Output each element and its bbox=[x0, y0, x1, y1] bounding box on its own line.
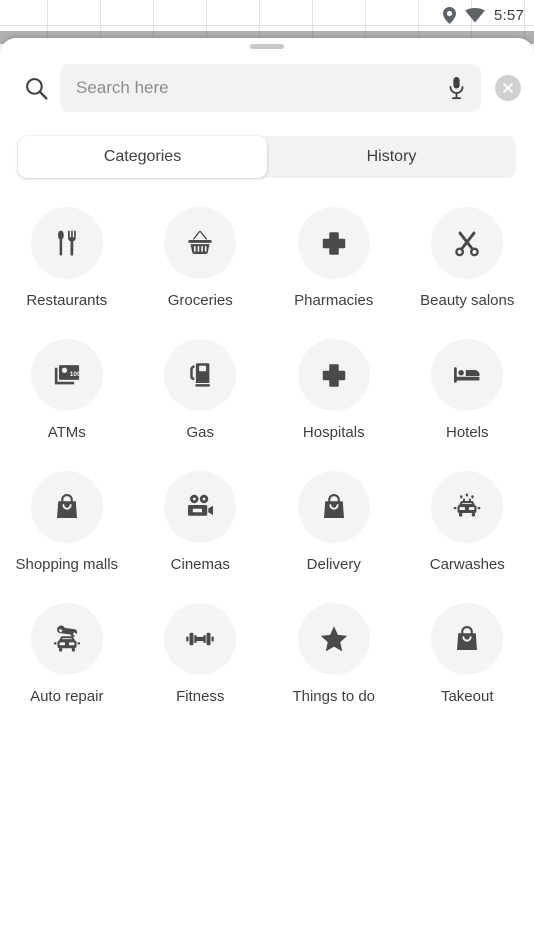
category-item-restaurants[interactable]: Restaurants bbox=[0, 207, 134, 339]
category-item-things-to-do[interactable]: Things to do bbox=[267, 603, 401, 735]
category-label: Hospitals bbox=[302, 424, 365, 441]
category-label: Things to do bbox=[292, 688, 376, 705]
search-field[interactable] bbox=[60, 64, 481, 112]
category-item-hotels[interactable]: Hotels bbox=[401, 339, 534, 471]
shopping-bag-icon bbox=[431, 603, 504, 675]
search-bar bbox=[0, 60, 534, 116]
category-label: Beauty salons bbox=[420, 292, 515, 309]
medical-cross-icon bbox=[297, 207, 370, 279]
tab-history-label: History bbox=[366, 148, 417, 165]
category-label: Shopping malls bbox=[15, 556, 119, 573]
clear-search-button[interactable] bbox=[495, 75, 521, 101]
location-pin-icon bbox=[443, 7, 456, 24]
category-item-pharmacies[interactable]: Pharmacies bbox=[267, 207, 401, 339]
drag-handle[interactable] bbox=[250, 44, 284, 49]
medical-cross-icon bbox=[297, 339, 370, 411]
category-item-groceries[interactable]: Groceries bbox=[134, 207, 268, 339]
star-icon bbox=[297, 603, 370, 675]
category-label: Hotels bbox=[445, 424, 489, 441]
category-item-cinemas[interactable]: Cinemas bbox=[134, 471, 268, 603]
category-item-takeout[interactable]: Takeout bbox=[401, 603, 534, 735]
microphone-icon[interactable] bbox=[437, 69, 475, 107]
bed-icon bbox=[431, 339, 504, 411]
category-item-fitness[interactable]: Fitness bbox=[134, 603, 268, 735]
category-label: ATMs bbox=[47, 424, 86, 441]
shopping-bag-icon bbox=[30, 471, 103, 543]
scissors-icon bbox=[431, 207, 504, 279]
search-icon[interactable] bbox=[14, 66, 58, 110]
close-icon bbox=[503, 83, 513, 93]
wifi-icon bbox=[465, 8, 485, 23]
category-grid: Restaurants Groceries Pharmacies Beauty … bbox=[0, 207, 534, 735]
fuel-pump-icon bbox=[164, 339, 237, 411]
category-label: Cinemas bbox=[170, 556, 230, 573]
tab-categories-label: Categories bbox=[103, 148, 182, 165]
carwash-icon bbox=[431, 471, 504, 543]
category-label: Takeout bbox=[440, 688, 494, 705]
category-label: Carwashes bbox=[429, 556, 505, 573]
category-item-delivery[interactable]: Delivery bbox=[267, 471, 401, 603]
bottom-sheet: Categories History Restaurants bbox=[0, 38, 534, 949]
category-label: Gas bbox=[186, 424, 214, 441]
category-item-gas[interactable]: Gas bbox=[134, 339, 268, 471]
category-item-auto-repair[interactable]: Auto repair bbox=[0, 603, 134, 735]
tab-categories[interactable]: Categories bbox=[18, 136, 267, 178]
car-wrench-icon bbox=[30, 603, 103, 675]
movie-camera-icon bbox=[164, 471, 237, 543]
shopping-bag-icon bbox=[297, 471, 370, 543]
category-label: Delivery bbox=[306, 556, 361, 573]
dumbbell-icon bbox=[164, 603, 237, 675]
shopping-basket-icon bbox=[164, 207, 237, 279]
category-item-beauty-salons[interactable]: Beauty salons bbox=[401, 207, 534, 339]
category-label: Pharmacies bbox=[294, 292, 374, 309]
search-input[interactable] bbox=[76, 78, 437, 98]
category-label: Fitness bbox=[176, 688, 225, 705]
tab-history[interactable]: History bbox=[267, 136, 516, 178]
category-item-atms[interactable]: 100 ATMs bbox=[0, 339, 134, 471]
banknotes-icon: 100 bbox=[30, 339, 103, 411]
category-label: Auto repair bbox=[30, 688, 104, 705]
category-label: Restaurants bbox=[26, 292, 108, 309]
restaurant-icon bbox=[30, 207, 103, 279]
category-item-hospitals[interactable]: Hospitals bbox=[267, 339, 401, 471]
status-bar: 5:57 bbox=[334, 0, 534, 31]
category-item-shopping-malls[interactable]: Shopping malls bbox=[0, 471, 134, 603]
category-item-carwashes[interactable]: Carwashes bbox=[401, 471, 534, 603]
category-label: Groceries bbox=[167, 292, 233, 309]
status-bar-time: 5:57 bbox=[494, 7, 524, 24]
tab-bar: Categories History bbox=[18, 136, 516, 178]
svg-text:100: 100 bbox=[70, 371, 81, 378]
